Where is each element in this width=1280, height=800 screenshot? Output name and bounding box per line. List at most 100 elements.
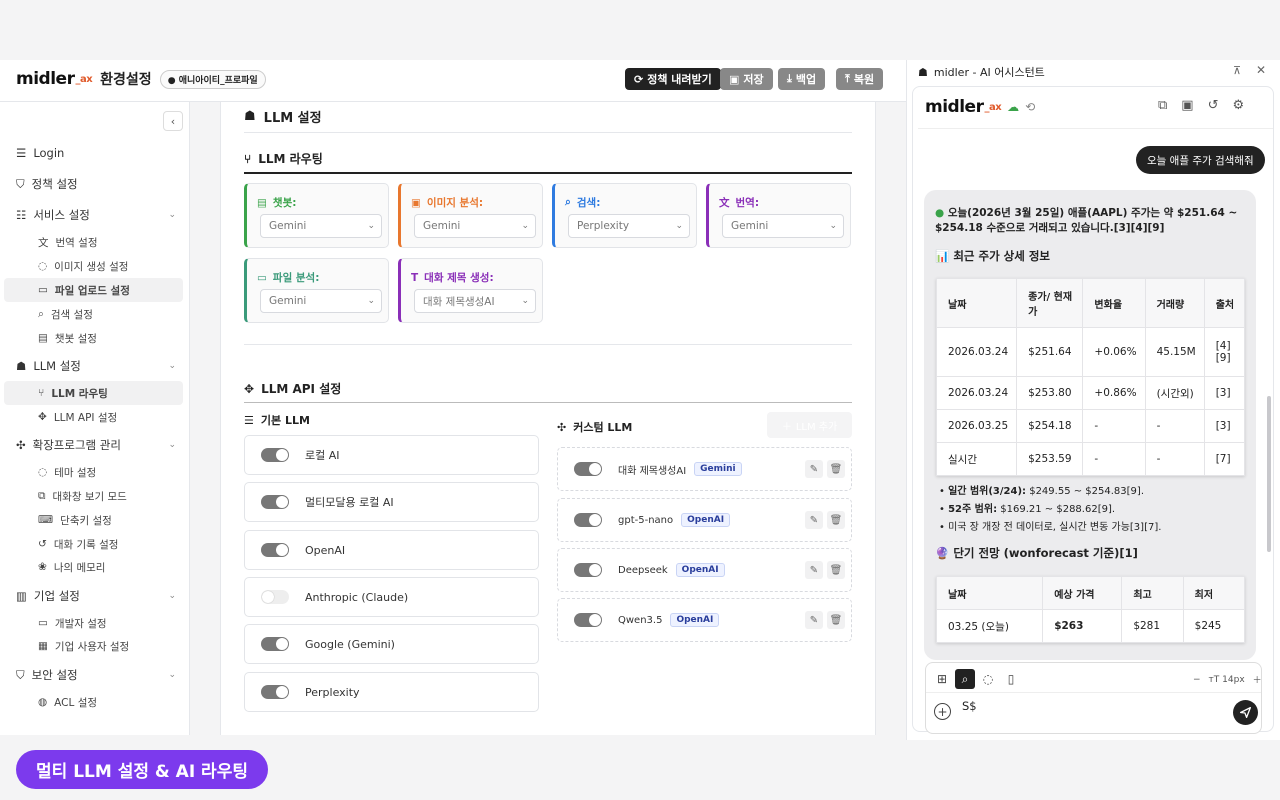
puzzle-icon: ✣ bbox=[16, 438, 26, 452]
edit-icon[interactable]: ✎ bbox=[805, 511, 823, 529]
move-icon: ✥ bbox=[38, 411, 47, 423]
sidebar-item-file-upload[interactable]: ▭ 파일 업로드 설정 bbox=[4, 278, 183, 302]
sidebar-group-corp[interactable]: ▥ 기업 설정 ⌄ bbox=[16, 584, 176, 608]
attach-button[interactable]: + bbox=[934, 703, 951, 720]
provider-badge: OpenAI bbox=[681, 513, 731, 527]
basic-llm-header: ☰ 기본 LLM bbox=[244, 413, 310, 428]
sidebar-item-policy[interactable]: ⛉ 정책 설정 bbox=[16, 172, 78, 196]
sidebar-group-service[interactable]: ☷ 서비스 설정 ⌄ bbox=[16, 203, 176, 227]
backup-button[interactable]: ⤓ 백업 bbox=[778, 68, 826, 90]
routing-select[interactable]: Gemini ⌄ bbox=[260, 289, 382, 313]
routing-select[interactable]: Gemini ⌄ bbox=[260, 214, 382, 238]
sidebar-group-extensions[interactable]: ✣ 확장프로그램 관리 ⌄ bbox=[16, 433, 176, 457]
sidebar-item-image-gen[interactable]: ◌ 이미지 생성 설정 bbox=[38, 254, 128, 278]
routing-card-label: T 대화 제목 생성: bbox=[411, 271, 494, 285]
sidebar-item-llm-api[interactable]: ✥ LLM API 설정 bbox=[38, 405, 117, 429]
restore-button[interactable]: ⤒ 복원 bbox=[836, 68, 884, 90]
table-header: 날짜 bbox=[935, 278, 1018, 328]
row-actions: ✎ 🗑 bbox=[805, 511, 845, 529]
routing-card-label: ▭ 파일 분석: bbox=[257, 271, 320, 285]
edit-icon[interactable]: ✎ bbox=[805, 460, 823, 478]
basic-llm-row: 로컬 AI bbox=[244, 435, 539, 475]
sidebar-item-search[interactable]: ⌕ 검색 설정 bbox=[38, 302, 93, 326]
table-cell: - bbox=[1082, 442, 1146, 476]
routing-card-label: 文 번역: bbox=[719, 197, 760, 209]
sidebar-group-security[interactable]: ⛉ 보안 설정 ⌄ bbox=[16, 663, 176, 687]
sidebar-item-llm-routing[interactable]: ⑂ LLM 라우팅 bbox=[4, 381, 183, 405]
llm-toggle[interactable] bbox=[261, 590, 289, 604]
book-icon[interactable]: ▯ bbox=[1001, 669, 1021, 689]
sidebar-item-developer[interactable]: ▭ 개발자 설정 bbox=[38, 611, 107, 635]
price-table: 날짜 종가/ 현재가 변화율 거래량 출처 2026.03.24 $251.64 +0.06%… bbox=[935, 278, 1246, 476]
profile-badge[interactable]: ● 애니아이티_프로파일 bbox=[159, 69, 266, 89]
llm-toggle[interactable] bbox=[261, 637, 289, 651]
increase-font-button[interactable]: ＋ bbox=[1253, 673, 1262, 686]
llm-toggle[interactable] bbox=[261, 543, 289, 557]
search-icon[interactable]: ⌕ bbox=[955, 669, 975, 689]
chat-scrollbar[interactable] bbox=[1267, 396, 1271, 552]
add-llm-button[interactable]: ＋ LLM 추가 bbox=[767, 412, 852, 438]
answer-intro: ● 오늘(2026년 3월 25일) 애플(AAPL) 주가는 약 $251.6… bbox=[935, 207, 1238, 234]
price-bullets: • 일간 범위(3/24): $249.55 ~ $254.83[9]. • 52… bbox=[939, 483, 1249, 537]
message-input[interactable]: S$ bbox=[962, 699, 977, 713]
new-chat-icon[interactable]: ⊞ bbox=[932, 669, 952, 689]
custom-llm-row: gpt-5-nano OpenAI ✎ 🗑 bbox=[557, 498, 852, 542]
sidebar-item-chatbot[interactable]: ▤ 챗봇 설정 bbox=[38, 326, 97, 350]
table-cell: 2026.03.24 bbox=[935, 376, 1018, 410]
gallery-icon[interactable]: ▣ bbox=[1181, 98, 1193, 113]
llm-toggle[interactable] bbox=[574, 563, 602, 577]
edit-icon[interactable]: ✎ bbox=[805, 561, 823, 579]
search-icon: ⌕ bbox=[38, 307, 44, 320]
route-icon: ⑂ bbox=[244, 151, 252, 166]
routing-card-label: ⌕ 검색: bbox=[565, 196, 601, 209]
palette-icon[interactable]: ◌ bbox=[978, 669, 998, 689]
table-cell: $245 bbox=[1182, 609, 1246, 643]
sidebar-item-history[interactable]: ↺ 대화 기록 설정 bbox=[38, 532, 118, 556]
download-icon: ⤓ bbox=[787, 72, 792, 85]
save-button[interactable]: ▣ 저장 bbox=[720, 68, 773, 90]
image-icon: ▣ bbox=[411, 196, 421, 209]
sidebar-item-login[interactable]: ☰ Login bbox=[16, 141, 64, 165]
llm-toggle[interactable] bbox=[574, 613, 602, 627]
row-actions: ✎ 🗑 bbox=[805, 460, 845, 478]
policy-download-button[interactable]: ⟳ 정책 내려받기 bbox=[625, 68, 721, 90]
route-icon: ⑂ bbox=[38, 387, 45, 399]
llm-toggle[interactable] bbox=[574, 513, 602, 527]
llm-toggle[interactable] bbox=[261, 685, 289, 699]
llm-toggle[interactable] bbox=[261, 448, 289, 462]
sidebar-item-corp-users[interactable]: ▦ 기업 사용자 설정 bbox=[38, 634, 129, 658]
chat-icon: ▤ bbox=[38, 332, 48, 344]
close-icon[interactable]: ✕ bbox=[1256, 63, 1266, 77]
external-link-icon[interactable]: ⧉ bbox=[1158, 98, 1167, 113]
pin-icon[interactable]: ⊼ bbox=[1233, 64, 1241, 77]
trash-icon[interactable]: 🗑 bbox=[827, 561, 845, 579]
file-icon: ▭ bbox=[38, 284, 48, 296]
terminal-icon: ▭ bbox=[38, 617, 48, 629]
routing-select[interactable]: Perplexity ⌄ bbox=[568, 214, 690, 238]
table-row: 2026.03.24 $251.64 +0.06% 45.15M [4] [9] bbox=[935, 327, 1246, 377]
sidebar-item-translate[interactable]: 文 번역 설정 bbox=[38, 230, 97, 254]
collapse-sidebar-button[interactable]: ‹ bbox=[163, 111, 183, 131]
decrease-font-button[interactable]: − bbox=[1193, 675, 1201, 685]
history-icon[interactable]: ↺ bbox=[1208, 98, 1219, 113]
routing-select[interactable]: 대화 제목생성AI ⌄ bbox=[414, 289, 536, 313]
trash-icon[interactable]: 🗑 bbox=[827, 611, 845, 629]
llm-toggle[interactable] bbox=[261, 495, 289, 509]
llm-toggle[interactable] bbox=[574, 462, 602, 476]
sidebar-item-view-mode[interactable]: ⧉ 대화창 보기 모드 bbox=[38, 484, 127, 508]
sidebar-group-llm[interactable]: ☗ LLM 설정 ⌄ bbox=[16, 354, 176, 378]
settings-gear-icon[interactable]: ⚙ bbox=[1233, 98, 1245, 113]
palette-icon: ◌ bbox=[38, 466, 48, 478]
edit-icon[interactable]: ✎ bbox=[805, 611, 823, 629]
upload-icon: ⤒ bbox=[845, 72, 850, 85]
sidebar-item-shortcuts[interactable]: ⌨ 단축키 설정 bbox=[38, 508, 112, 532]
sidebar-item-memory[interactable]: ❀ 나의 메모리 bbox=[38, 555, 105, 579]
chevron-down-icon: ⌄ bbox=[367, 221, 375, 231]
send-button[interactable] bbox=[1233, 700, 1258, 725]
trash-icon[interactable]: 🗑 bbox=[827, 460, 845, 478]
sidebar-item-theme[interactable]: ◌ 테마 설정 bbox=[38, 460, 96, 484]
routing-select[interactable]: Gemini ⌄ bbox=[722, 214, 844, 238]
trash-icon[interactable]: 🗑 bbox=[827, 511, 845, 529]
routing-select[interactable]: Gemini ⌄ bbox=[414, 214, 536, 238]
sidebar-item-acl[interactable]: ◍ ACL 설정 bbox=[38, 690, 97, 714]
